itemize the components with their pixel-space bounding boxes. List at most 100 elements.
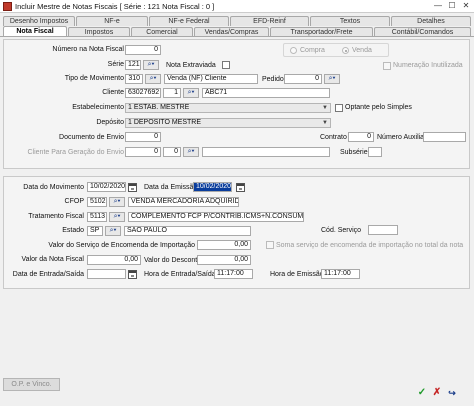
clienteger-name-field (202, 147, 330, 157)
numeracao-label: Numeração Inutilizada (393, 62, 463, 69)
extraviada-checkbox[interactable] (222, 61, 230, 69)
movimento-panel: Data do Movimento 10/02/2020 Data da Emi… (3, 176, 470, 289)
clienteger-code-field[interactable]: 0 (125, 147, 161, 157)
deposito-select[interactable]: 1 DEPÓSITO MESTRE ▼ (125, 118, 331, 128)
window-title: Incluir Mestre de Notas Fiscais [ Série … (15, 2, 215, 11)
dataent-label: Data de Entrada/Saída (12, 271, 84, 278)
serie-search-button[interactable]: ⌕▾ (143, 60, 159, 70)
pedido-label: Pedido (262, 76, 284, 83)
soma-label: Soma serviço de encomenda de importação … (276, 242, 464, 249)
calendar-icon[interactable] (236, 183, 245, 192)
cfop-search-button[interactable]: ⌕▾ (109, 197, 125, 207)
search-icon: ⌕▾ (187, 89, 195, 96)
title-bar: Incluir Mestre de Notas Fiscais [ Série … (0, 0, 474, 13)
tab-nfe[interactable]: NF-e (76, 16, 148, 26)
cancel-x-icon[interactable]: ✗ (431, 388, 443, 399)
datamov-field[interactable]: 10/02/2020 (87, 182, 126, 192)
ops-vinco-button[interactable]: O.P. e Vinco. (3, 378, 60, 391)
estab-value: 1 ESTAB. MESTRE (128, 104, 190, 111)
calendar-icon[interactable] (128, 183, 137, 192)
serie-field[interactable]: 121 (125, 60, 141, 70)
valdesc-field[interactable]: 0,00 (197, 255, 251, 265)
valserv-field[interactable]: 0,00 (197, 240, 251, 250)
venda-radio[interactable] (342, 47, 349, 54)
contrato-field[interactable]: 0 (348, 132, 374, 142)
soma-checkbox[interactable] (266, 241, 274, 249)
clienteger-label: Cliente Para Geração do Envio (27, 149, 125, 156)
trat-search-button[interactable]: ⌕▾ (109, 212, 125, 222)
numeracao-checkbox[interactable] (383, 62, 391, 70)
search-icon: ⌕▾ (187, 148, 195, 155)
exit-icon[interactable]: ↪ (446, 388, 458, 399)
pedido-search-button[interactable]: ⌕▾ (324, 74, 340, 84)
chevron-down-icon: ▼ (322, 120, 328, 126)
maximize-button[interactable]: ☐ (446, 0, 458, 13)
clienteger-num-field[interactable]: 0 (163, 147, 181, 157)
valnota-field[interactable]: 0,00 (87, 255, 141, 265)
compra-venda-group: Compra Venda (283, 43, 389, 57)
estab-select[interactable]: 1 ESTAB. MESTRE ▼ (125, 103, 331, 113)
tab-textos[interactable]: Textos (310, 16, 390, 26)
horaemi-field[interactable]: 11:17:00 (321, 269, 360, 279)
deposito-label: Depósito (96, 119, 124, 126)
serie-label: Série (107, 61, 124, 68)
estab-label: Estabelecimento (72, 104, 124, 111)
subserie-label: Subsérie (340, 149, 368, 156)
codserv-label: Cód. Serviço (321, 227, 362, 234)
horaemi-label: Hora de Emissão (270, 271, 324, 278)
contrato-label: Contrato (320, 134, 347, 141)
search-icon: ⌕▾ (109, 227, 117, 234)
valdesc-label: Valor do Desconto (144, 257, 202, 264)
calendar-icon[interactable] (128, 270, 137, 279)
codserv-field[interactable] (368, 225, 398, 235)
tab-desenho-impostos[interactable]: Desenho Impostos (3, 16, 75, 26)
compra-radio[interactable] (290, 47, 297, 54)
numero-field[interactable]: 0 (125, 45, 161, 55)
cfop-code-field[interactable]: 5102 (87, 197, 107, 207)
minimize-button[interactable]: — (432, 0, 444, 13)
cfop-label: CFOP (64, 198, 84, 205)
close-button[interactable]: ✕ (460, 0, 472, 13)
tab-efd-reinf[interactable]: EFD-Reinf (230, 16, 309, 26)
compra-label: Compra (300, 47, 325, 54)
valnota-label: Valor da Nota Fiscal (21, 256, 84, 263)
numaux-label: Número Auxiliar (377, 134, 427, 141)
dataemi-label: Data da Emissão (144, 184, 198, 191)
clienteger-search-button[interactable]: ⌕▾ (183, 147, 199, 157)
valserv-label: Valor do Serviço de Encomenda de Importa… (48, 242, 195, 249)
chevron-down-icon: ▼ (322, 105, 328, 111)
deposito-value: 1 DEPÓSITO MESTRE (128, 119, 201, 126)
ok-check-icon[interactable]: ✓ (416, 388, 428, 399)
cliente-search-button[interactable]: ⌕▾ (183, 88, 199, 98)
app-icon (3, 2, 12, 11)
cliente-name-field: ABC71 (202, 88, 330, 98)
subserie-field[interactable] (368, 147, 382, 157)
cliente-num-field[interactable]: 1 (163, 88, 181, 98)
search-icon: ⌕▾ (147, 61, 155, 68)
nota-fiscal-panel: Número na Nota Fiscal 0 Compra Venda Sér… (3, 39, 470, 169)
tipo-desc-field: Venda (NF) Cliente (164, 74, 258, 84)
tipo-code-field[interactable]: 310 (125, 74, 143, 84)
search-icon: ⌕▾ (113, 198, 121, 205)
docenvio-label: Documento de Envio (59, 134, 124, 141)
trat-code-field[interactable]: 5113 (87, 212, 107, 222)
numaux-field[interactable] (423, 132, 466, 142)
trat-desc-field: COMPLEMENTO FCP P/CONTRIB.ICMS+N.CONSUM.… (128, 212, 304, 222)
tab-detalhes[interactable]: Detalhes (391, 16, 471, 26)
optante-checkbox[interactable] (335, 104, 343, 112)
tab-divider (0, 36, 474, 37)
tipo-search-button[interactable]: ⌕▾ (145, 74, 161, 84)
dataemi-field[interactable]: 10/02/2020 (193, 182, 232, 192)
estado-search-button[interactable]: ⌕▾ (105, 226, 121, 236)
estado-code-field[interactable]: SP (87, 226, 103, 236)
tipo-label: Tipo de Movimento (64, 75, 124, 82)
docenvio-field[interactable]: 0 (125, 132, 161, 142)
horaent-field[interactable]: 11:17:00 (214, 269, 253, 279)
datamov-label: Data do Movimento (23, 184, 84, 191)
dataent-field[interactable] (87, 269, 126, 279)
pedido-field[interactable]: 0 (284, 74, 322, 84)
extraviada-label: Nota Extraviada (166, 62, 216, 69)
estado-label: Estado (62, 227, 84, 234)
cliente-code-field[interactable]: 63027692 (125, 88, 161, 98)
tab-nfe-federal[interactable]: NF-e Federal (149, 16, 229, 26)
